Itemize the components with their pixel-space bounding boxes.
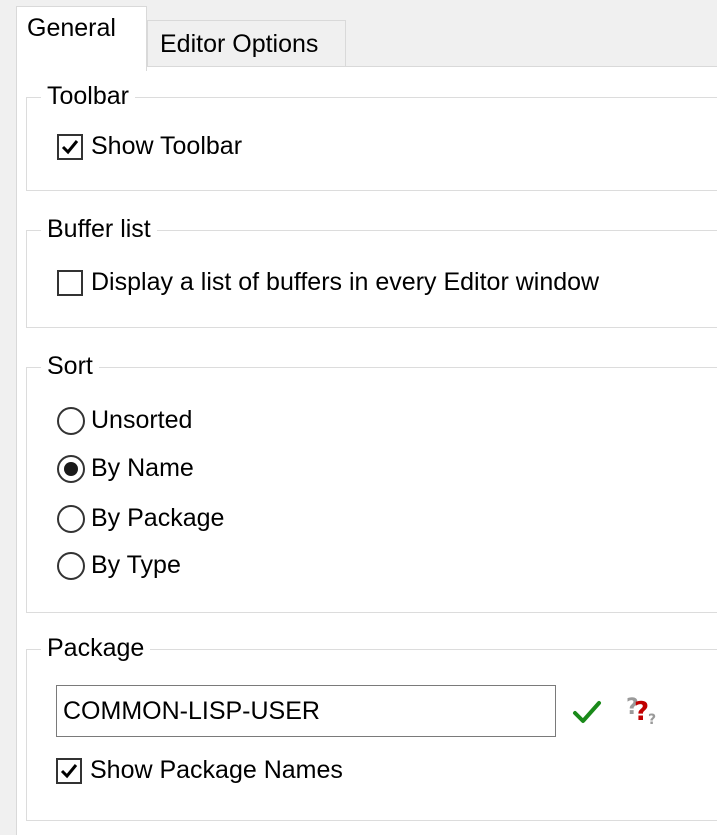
buffer-list-group: Buffer list Display a list of buffers in… [26,213,717,328]
svg-text:?: ? [648,712,656,728]
sort-unsorted-radio[interactable]: Unsorted [57,406,192,435]
package-help-button[interactable]: ? ? ? [624,690,664,730]
toolbar-group: Toolbar Show Toolbar [26,80,717,191]
show-package-names-label: Show Package Names [90,756,343,784]
sort-by-type-radio-circle[interactable] [57,551,85,580]
options-dialog: General Editor Options Toolbar Show Tool… [0,0,717,835]
radio-selected-dot [64,461,78,476]
show-toolbar-checkbox-box[interactable] [57,133,83,160]
sort-by-package-label: By Package [91,504,225,532]
display-buffer-list-checkbox-box[interactable] [57,269,83,296]
show-toolbar-checkbox[interactable]: Show Toolbar [57,132,242,161]
display-buffer-list-label: Display a list of buffers in every Edito… [91,268,600,296]
package-input[interactable]: COMMON-LISP-USER [56,685,556,737]
sort-group-legend: Sort [41,350,99,382]
sort-by-package-radio[interactable]: By Package [57,504,224,533]
sort-unsorted-label: Unsorted [91,406,193,434]
sort-unsorted-radio-circle[interactable] [57,406,85,435]
checkmark-icon [60,763,78,778]
package-group-legend: Package [41,632,151,664]
display-buffer-list-checkbox[interactable]: Display a list of buffers in every Edito… [57,268,599,297]
tab-editor-options-label: Editor Options [160,30,319,58]
sort-by-name-radio-circle[interactable] [57,454,85,483]
sort-group: Sort Unsorted By Name By Package By Type [26,350,717,613]
show-toolbar-label: Show Toolbar [91,132,243,160]
checkmark-icon [61,139,79,154]
tab-editor-options[interactable]: Editor Options [147,20,346,66]
confirm-package-button[interactable] [570,696,604,728]
sort-by-type-label: By Type [91,551,181,579]
show-package-names-checkbox-box[interactable] [56,757,82,784]
svg-text:?: ? [634,697,649,727]
help-question-icon: ? ? ? [626,695,656,728]
toolbar-group-legend: Toolbar [41,80,135,112]
tab-general[interactable]: General [16,6,147,71]
buffer-list-group-legend: Buffer list [41,213,157,245]
sort-by-package-radio-circle[interactable] [57,504,85,533]
tab-general-label: General [27,14,116,42]
sort-by-name-label: By Name [91,454,194,482]
green-checkmark-icon [573,701,601,723]
show-package-names-checkbox[interactable]: Show Package Names [56,756,343,785]
sort-by-name-radio[interactable]: By Name [57,454,194,483]
sort-by-type-radio[interactable]: By Type [57,551,181,580]
